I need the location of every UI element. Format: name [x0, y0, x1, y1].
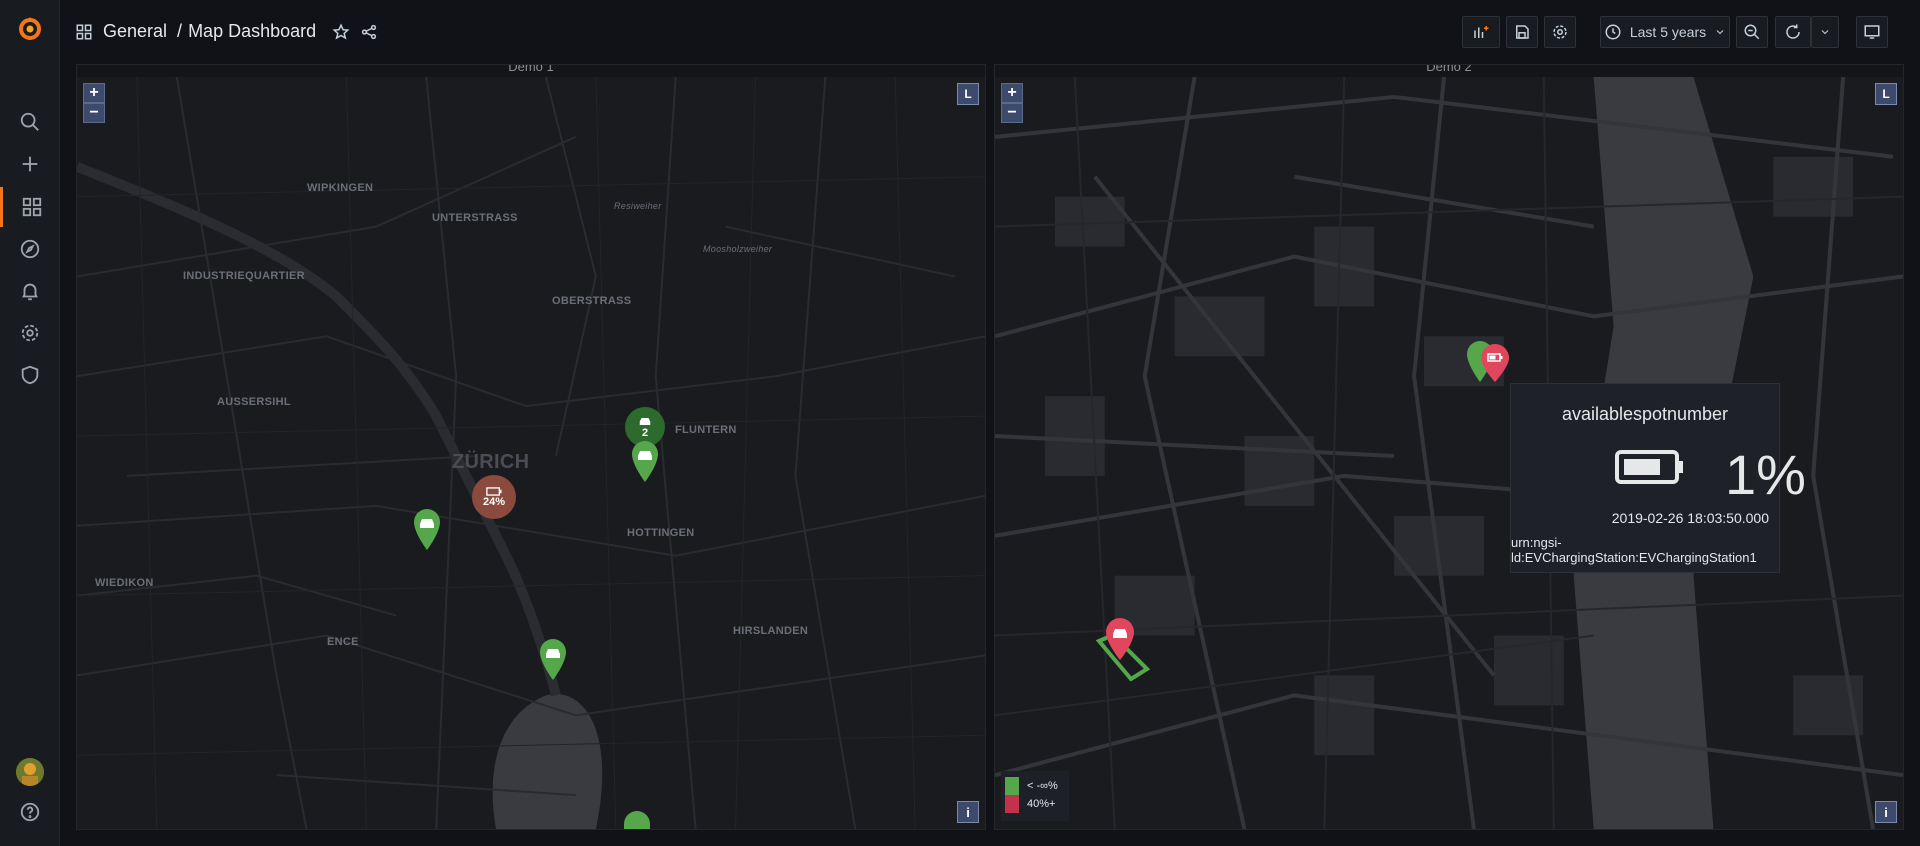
station-marker-red[interactable] — [1478, 343, 1512, 383]
battery-low-icon — [1615, 450, 1683, 484]
place-label: WIEDIKON — [95, 577, 154, 589]
zoom-in-button[interactable]: + — [1001, 83, 1023, 103]
sidebar — [0, 0, 60, 846]
panel-title[interactable]: Demo 1 — [77, 65, 985, 74]
station-marker-green[interactable] — [538, 637, 568, 681]
place-label: HOTTINGEN — [627, 527, 695, 539]
place-label: HIRSLANDEN — [733, 625, 809, 637]
explore-compass-icon[interactable] — [0, 229, 60, 269]
refresh-interval-dropdown[interactable] — [1811, 16, 1839, 48]
zoom-out-icon — [1744, 24, 1760, 40]
save-dashboard-button[interactable] — [1506, 16, 1538, 48]
clock-icon — [1605, 24, 1621, 40]
add-panel-icon — [1474, 26, 1489, 38]
cluster-marker-percent[interactable]: 24% — [472, 475, 516, 519]
tooltip-value: 1% — [1725, 443, 1806, 506]
tooltip-datetime: 2019-02-26 18:03:50.000 — [1611, 510, 1769, 526]
save-icon — [1516, 25, 1529, 39]
tooltip-entity-id: urn:ngsi-ld:EVChargingStation:EVCharging… — [1511, 535, 1757, 565]
station-marker-green-partial[interactable] — [622, 809, 652, 829]
place-label: Resiweiher — [614, 201, 662, 211]
map-panel-demo-1: Demo 1 + − L i WIPKINGEN UNTERSTRASS IND… — [76, 64, 986, 830]
marker-tooltip: availablespotnumber 1% 2019-02-26 18:03:… — [1510, 383, 1806, 573]
time-range-label: Last 5 years — [1629, 24, 1707, 40]
car-icon — [639, 417, 651, 425]
top-navbar: General / Map Dashboard Last 5 years — [61, 0, 1920, 64]
legend-swatch-red — [1005, 795, 1019, 813]
dashboard-title[interactable]: Map Dashboard — [188, 21, 316, 42]
place-label: WIPKINGEN — [307, 182, 374, 194]
share-icon[interactable] — [360, 23, 378, 41]
dashboards-grid-icon[interactable] — [0, 187, 60, 227]
cycle-view-mode-button[interactable] — [1856, 16, 1888, 48]
refresh-button[interactable] — [1775, 16, 1811, 48]
cluster-percent: 24% — [482, 495, 506, 508]
alerting-bell-icon[interactable] — [0, 271, 60, 311]
zoom-out-button[interactable]: − — [1001, 103, 1023, 123]
zoom-in-button[interactable]: + — [83, 83, 105, 103]
attribution-info-button[interactable]: i — [957, 801, 979, 823]
panel-title[interactable]: Demo 2 — [995, 65, 1903, 74]
street-map-background — [77, 77, 985, 829]
tooltip-metric-name: availablespotnumber — [1561, 404, 1729, 424]
chevron-down-icon — [1716, 30, 1724, 35]
zoom-controls: + − — [1001, 83, 1023, 123]
zoom-out-button[interactable]: − — [83, 103, 105, 123]
legend-item: < -∞% — [1005, 777, 1065, 795]
zoom-controls: + − — [83, 83, 105, 123]
station-marker-green[interactable] — [630, 439, 660, 483]
user-avatar[interactable] — [16, 758, 44, 786]
configuration-gear-icon[interactable] — [0, 313, 60, 353]
map-legend: < -∞% 40%+ — [1001, 771, 1069, 821]
grafana-logo-icon[interactable] — [16, 14, 44, 42]
place-label: ENCE — [327, 636, 359, 648]
breadcrumb: General / Map Dashboard — [75, 21, 378, 42]
legend-label: 40%+ — [1027, 798, 1056, 810]
place-label: OBERSTRASS — [552, 295, 632, 307]
dashboard-grid-icon — [76, 24, 92, 39]
place-label: AUSSERSIHL — [217, 396, 291, 408]
legend-label: < -∞% — [1027, 780, 1058, 792]
breadcrumb-folder[interactable]: General — [103, 21, 167, 42]
star-icon[interactable] — [332, 22, 350, 41]
chevron-down-icon — [1821, 30, 1829, 35]
search-icon[interactable] — [0, 102, 60, 142]
place-label: Moosholzweiher — [703, 244, 773, 254]
create-plus-icon[interactable] — [0, 144, 60, 184]
layer-switcher-button[interactable]: L — [1875, 83, 1897, 105]
help-icon[interactable] — [0, 792, 60, 832]
refresh-icon — [1786, 24, 1800, 39]
attribution-info-button[interactable]: i — [1875, 801, 1897, 823]
map-canvas[interactable]: + − L i WIPKINGEN UNTERSTRASS INDUSTRIEQ… — [77, 77, 985, 829]
place-label: FLUNTERN — [675, 424, 737, 436]
add-panel-button[interactable] — [1462, 16, 1500, 48]
legend-swatch-green — [1005, 777, 1019, 795]
time-range-picker[interactable]: Last 5 years — [1600, 16, 1730, 48]
station-marker-green[interactable] — [412, 507, 442, 551]
place-label-city: ZÜRICH — [452, 451, 530, 473]
zoom-out-time-button[interactable] — [1736, 16, 1768, 48]
battery-icon — [486, 486, 502, 496]
tv-monitor-icon — [1864, 25, 1880, 39]
dashboard-settings-button[interactable] — [1544, 16, 1576, 48]
legend-item: 40%+ — [1005, 795, 1065, 813]
server-admin-shield-icon[interactable] — [0, 355, 60, 395]
gear-icon — [1553, 25, 1567, 39]
cluster-count: 2 — [641, 426, 649, 439]
place-label: INDUSTRIEQUARTIER — [183, 270, 305, 282]
breadcrumb-separator: / — [177, 21, 183, 41]
place-label: UNTERSTRASS — [432, 212, 518, 224]
station-marker-red[interactable] — [1104, 617, 1136, 661]
layer-switcher-button[interactable]: L — [957, 83, 979, 105]
